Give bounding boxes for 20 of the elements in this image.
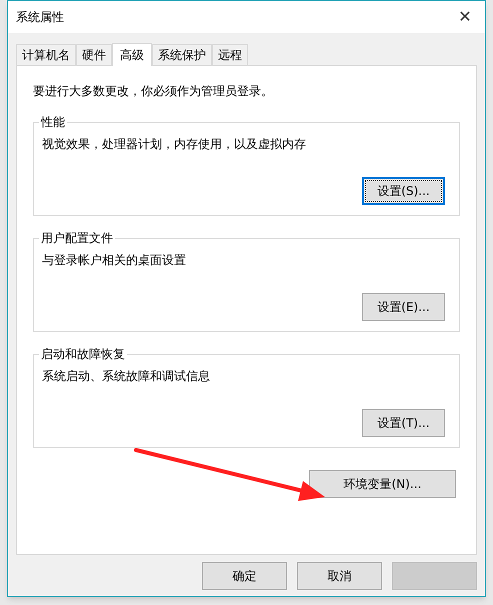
tab[interactable]: 计算机名 [16,44,76,65]
dialog-button[interactable]: 取消 [297,562,382,590]
settings-button[interactable]: 设置(S)... [362,177,445,205]
group-description: 视觉效果，处理器计划，内存使用，以及虚拟内存 [42,136,307,153]
dialog-button[interactable]: 确定 [202,562,287,590]
group-description: 系统启动、系统故障和调试信息 [42,368,211,385]
environment-variables-button[interactable]: 环境变量(N)... [309,470,456,498]
notice-text: 要进行大多数更改，你必须作为管理员登录。 [33,83,274,100]
group-description: 与登录帐户相关的桌面设置 [42,252,187,269]
settings-button[interactable]: 设置(T)... [362,409,445,437]
tab[interactable]: 高级 [112,43,152,66]
group-title: 用户配置文件 [39,230,115,246]
tab[interactable]: 系统保护 [152,44,212,65]
settings-button[interactable]: 设置(E)... [362,293,445,321]
group-title: 性能 [39,114,67,130]
tab[interactable]: 远程 [212,44,248,65]
group-title: 启动和故障恢复 [39,346,127,362]
window-title: 系统属性 [16,9,64,26]
close-button[interactable]: ✕ [445,1,485,33]
tab[interactable]: 硬件 [76,44,112,65]
